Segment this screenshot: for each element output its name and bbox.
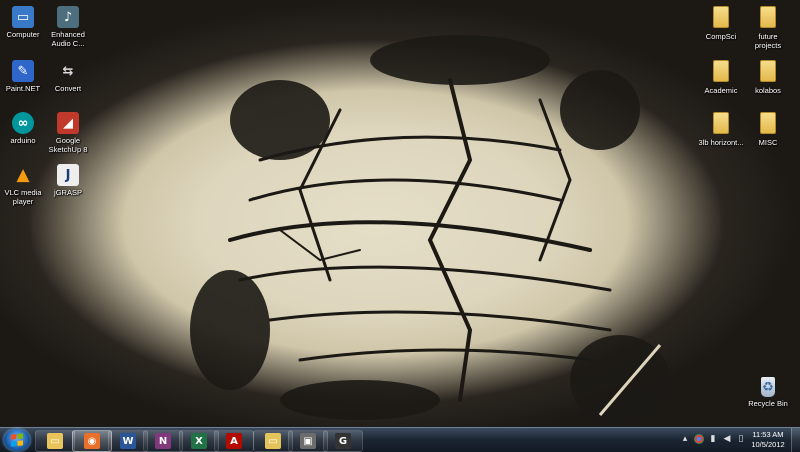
windows-start-icon xyxy=(11,433,23,447)
jgrasp-icon: J xyxy=(57,164,79,186)
desktop-icon-google-sketchup[interactable]: ◢ Google SketchUp 8 xyxy=(45,112,91,154)
show-desktop-button[interactable] xyxy=(791,428,800,452)
desktop-icon-compsci[interactable]: CompSci xyxy=(698,6,744,41)
start-button[interactable] xyxy=(4,429,30,451)
arduino-icon: ∞ xyxy=(12,112,34,134)
media-center-icon: ▣ xyxy=(300,433,316,449)
folder-icon xyxy=(760,60,776,82)
clock[interactable]: 11:53 AM 10/5/2012 xyxy=(748,430,788,450)
desktop-icon-label: jGRASP xyxy=(54,188,82,197)
taskbar-button-firefox[interactable]: ◉ xyxy=(72,430,112,452)
acrobat-icon: A xyxy=(226,433,242,449)
taskbar-button-onenote[interactable]: N xyxy=(143,430,183,452)
desktop-icon-misc[interactable]: MISC xyxy=(745,112,791,147)
enhanced-audio-icon: ♪ xyxy=(57,6,79,28)
network-signal-icon[interactable]: ▮ xyxy=(708,434,718,444)
g-app-icon: G xyxy=(335,433,351,449)
folder-icon xyxy=(713,60,729,82)
clock-date: 10/5/2012 xyxy=(751,440,785,449)
desktop-icon-future-projects[interactable]: future projects xyxy=(745,6,791,50)
desktop-icon-label: 3lb horizont... xyxy=(698,138,744,147)
desktop-icon-kolabos[interactable]: kolabos xyxy=(745,60,791,95)
desktop-icon-label: Enhanced Audio C... xyxy=(51,30,85,48)
desktop-icon-label: VLC media player xyxy=(4,188,42,206)
desktop-icon-label: CompSci xyxy=(705,32,737,41)
excel-icon: X xyxy=(191,433,207,449)
desktop-icon-jgrasp[interactable]: J jGRASP xyxy=(45,164,91,197)
computer-icon: ▭ xyxy=(12,6,34,28)
taskbar-button-excel[interactable]: X xyxy=(179,430,219,452)
folder-icon xyxy=(760,6,776,28)
volume-icon[interactable]: ◀ xyxy=(722,434,732,444)
desktop-icon-recycle-bin[interactable]: ♻ Recycle Bin xyxy=(745,377,791,408)
file-explorer-icon: ▭ xyxy=(47,433,63,449)
desktop-icon-computer[interactable]: ▭ Computer xyxy=(0,6,46,39)
taskbar-button-file-explorer[interactable]: ▭ xyxy=(35,430,75,452)
desktop-icon-academic[interactable]: Academic xyxy=(698,60,744,95)
desktop-icon-label: Paint.NET xyxy=(5,84,41,93)
desktop-icon-vlc[interactable]: ▲ VLC media player xyxy=(0,164,46,206)
taskbar-button-word[interactable]: W xyxy=(108,430,148,452)
desktop-icon-convert[interactable]: ⇆ Convert xyxy=(45,60,91,94)
folder-icon xyxy=(760,112,776,134)
taskbar: ▭ ◉ W N X A ▭ ▣ G ▴ ▮ ◀ ▯ 11:53 AM 10/5/2012 xyxy=(0,427,800,452)
desktop-icon-3lb-horizontal[interactable]: 3lb horizont... xyxy=(698,112,744,147)
desktop-icon-label: Computer xyxy=(6,30,40,39)
recycle-bin-icon: ♻ xyxy=(761,377,775,397)
chrome-tray-icon[interactable] xyxy=(694,434,704,444)
desktop-icon-paint-net[interactable]: ✎ Paint.NET xyxy=(0,60,46,93)
desktop-icon-arduino[interactable]: ∞ arduino xyxy=(0,112,46,145)
onenote-icon: N xyxy=(155,433,171,449)
power-icon[interactable]: ▯ xyxy=(736,434,746,444)
folder-window-icon: ▭ xyxy=(265,433,281,449)
desktop-icon-label: Academic xyxy=(704,86,738,95)
desktop-icon-label: Recycle Bin xyxy=(748,399,788,408)
sketchup-icon: ◢ xyxy=(57,112,79,134)
firefox-icon: ◉ xyxy=(84,433,100,449)
word-icon: W xyxy=(120,433,136,449)
desktop-icon-label: arduino xyxy=(10,136,36,145)
taskbar-button-g-app[interactable]: G xyxy=(323,430,363,452)
desktop-icon-label: kolabos xyxy=(755,86,781,95)
desktop[interactable]: ▭ Computer ♪ Enhanced Audio C... ✎ Paint… xyxy=(0,0,800,427)
taskbar-button-folder-window[interactable]: ▭ xyxy=(253,430,293,452)
show-hidden-icons-arrow[interactable]: ▴ xyxy=(680,434,690,444)
desktop-icon-label: Google SketchUp 8 xyxy=(48,136,88,154)
desktop-icon-label: future projects xyxy=(754,32,782,50)
folder-icon xyxy=(713,112,729,134)
desktop-icon-label: MISC xyxy=(758,138,778,147)
clock-time: 11:53 AM xyxy=(752,430,784,439)
system-tray: ▴ ▮ ◀ ▯ 11:53 AM 10/5/2012 xyxy=(678,428,800,452)
paint-net-icon: ✎ xyxy=(12,60,34,82)
convert-icon: ⇆ xyxy=(62,63,74,79)
folder-icon xyxy=(713,6,729,28)
wallpaper-tree-rings xyxy=(190,35,670,425)
taskbar-button-acrobat[interactable]: A xyxy=(214,430,254,452)
taskbar-button-media-center[interactable]: ▣ xyxy=(288,430,328,452)
desktop-icon-label: Convert xyxy=(54,84,82,93)
desktop-icon-enhanced-audio[interactable]: ♪ Enhanced Audio C... xyxy=(45,6,91,48)
vlc-icon: ▲ xyxy=(16,165,30,185)
